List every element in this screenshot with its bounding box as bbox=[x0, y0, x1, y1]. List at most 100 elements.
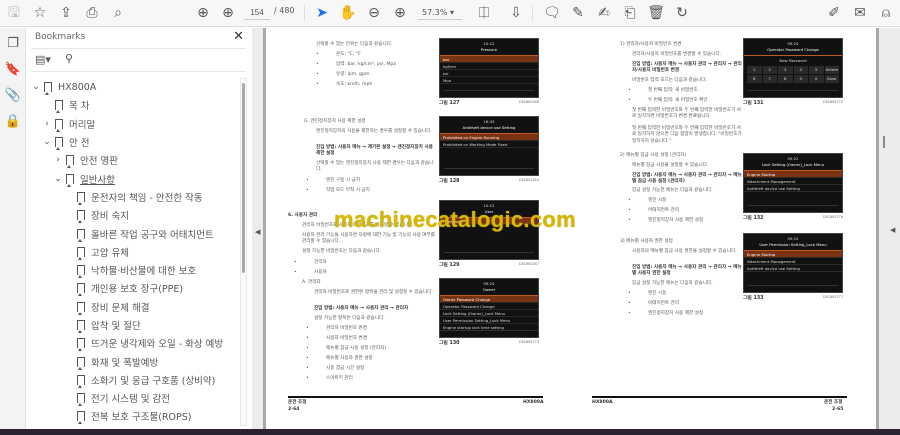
edit-sign-icon[interactable]: ✐ bbox=[824, 4, 844, 22]
highlight-icon[interactable]: ✎ bbox=[568, 4, 588, 22]
chevron-icon[interactable]: › bbox=[53, 155, 63, 165]
zoom-select[interactable]: 57.3% ▾ bbox=[418, 5, 462, 20]
prev-page-icon[interactable]: ⊕ bbox=[193, 4, 213, 22]
comment-icon[interactable]: 🗨 bbox=[542, 4, 562, 22]
security-icon[interactable]: 🔒 bbox=[4, 114, 22, 132]
star-icon[interactable]: ☆ bbox=[30, 4, 50, 22]
bookmark-item[interactable]: 개인용 보호 장구(PPE) bbox=[31, 279, 241, 297]
stamp-icon[interactable]: ⎗ bbox=[620, 4, 640, 22]
chevron-icon[interactable]: ⌄ bbox=[31, 82, 41, 92]
text: 메뉴별 잠금 사용을 설정할 수 있습니다. bbox=[632, 163, 709, 168]
mail-icon[interactable]: ✉ bbox=[850, 4, 870, 22]
bookmark-item[interactable]: 낙하물·비산물에 대한 보호 bbox=[31, 261, 241, 279]
chevron-icon[interactable]: ⌄ bbox=[53, 174, 63, 184]
left-rail: ❐ 🔖 📎 🔒 bbox=[0, 28, 26, 429]
bookmark-label: 장비 문제 해결 bbox=[91, 302, 150, 314]
account-icon[interactable]: ⍝ bbox=[876, 4, 896, 22]
select-cursor-icon[interactable]: ➤ bbox=[312, 4, 332, 22]
chevron-icon[interactable]: › bbox=[42, 119, 52, 129]
chevron-icon[interactable]: ⌄ bbox=[42, 137, 52, 147]
keypad-key: 6 bbox=[747, 74, 762, 83]
figure-caption: 그림 131 bbox=[743, 101, 764, 106]
collapse-arrow-icon[interactable]: ◀ bbox=[255, 228, 260, 236]
bookmark-item[interactable]: › 머리말 bbox=[31, 115, 241, 133]
bookmark-item[interactable]: › 안전 명판 bbox=[31, 151, 241, 169]
bookmark-item[interactable]: 장비 숙지 bbox=[31, 206, 241, 224]
keypad-key: 5 bbox=[809, 65, 824, 74]
screen-row: Prohibited on Working Mode Fixed bbox=[440, 141, 538, 148]
rotate-icon[interactable]: ↻ bbox=[672, 4, 692, 22]
expand-arrow-icon[interactable]: ◀ bbox=[890, 226, 895, 234]
close-icon[interactable]: ✕ bbox=[233, 29, 244, 44]
display-screenshot: 09:24 Owner Owner Password Change Operator… bbox=[439, 278, 539, 338]
save-icon[interactable]: 🖫 bbox=[4, 4, 24, 22]
bookmark-item[interactable]: ⌄ 일반사항 bbox=[31, 169, 241, 187]
bookmark-item[interactable]: 전기 시스템 및 감전 bbox=[31, 389, 241, 407]
page-number-input[interactable] bbox=[244, 5, 270, 20]
heading: 3) 메뉴별 사용자 권한 설정 bbox=[620, 239, 673, 244]
text: 설정 가능한 항목은 다음과 같습니다. bbox=[314, 316, 385, 321]
bookmark-panel-icon[interactable]: 🔖 bbox=[4, 62, 22, 80]
footer-section: 운전 조정 bbox=[288, 400, 307, 405]
figure-code: DS1600775 bbox=[823, 100, 843, 104]
pages-icon[interactable]: ❐ bbox=[4, 36, 22, 54]
keypad-key: 0 bbox=[809, 74, 824, 83]
figure-code: DS1600777 bbox=[823, 295, 843, 299]
upload-icon[interactable]: ⇪ bbox=[56, 4, 76, 22]
heading: 6. 사용자 관리 bbox=[288, 213, 318, 218]
screen-title: Pressure bbox=[440, 47, 538, 56]
text: 사용자의 메뉴별 잠금 사용 권한을 설정할 수 있습니다. bbox=[632, 249, 737, 254]
bookmark-label: 개인용 보호 장구(PPE) bbox=[91, 284, 184, 296]
bookmark-item[interactable]: ⌄ HX800A bbox=[31, 78, 241, 96]
screen-row: Engine Startup bbox=[744, 170, 842, 178]
bookmark-icon bbox=[77, 411, 85, 425]
hand-icon[interactable]: ✋ bbox=[338, 4, 358, 22]
zoom-in-icon[interactable]: ⊕ bbox=[390, 4, 410, 22]
display-screenshot: 10:12 Pressure bar kgf/cm psi Mpa bbox=[439, 38, 539, 98]
fit-page-icon[interactable]: ⎅ bbox=[474, 4, 494, 22]
bookmark-item[interactable]: 뜨거운 냉각제와 오일 - 화상 예방 bbox=[31, 334, 241, 352]
bookmark-label: 운전자의 책임 - 안전한 작동 bbox=[91, 192, 203, 204]
panel-title: Bookmarks bbox=[35, 32, 86, 42]
screen-row: User Permission Setting_Lock Menu bbox=[440, 317, 538, 324]
page-total: / 480 bbox=[274, 6, 295, 15]
screen-row: Operator Password Change bbox=[440, 303, 538, 310]
bookmark-label: 안 전 bbox=[69, 138, 90, 150]
keypad-key: Delete bbox=[824, 65, 839, 74]
bookmark-item[interactable]: 장비 문제 해결 bbox=[31, 298, 241, 316]
print-icon[interactable]: ⎙ bbox=[82, 4, 102, 22]
scrollbar-thumb[interactable] bbox=[242, 83, 245, 273]
list-item: 작업 모드 부착 시 금지 bbox=[306, 188, 370, 195]
sign-icon[interactable]: ✍ bbox=[594, 4, 614, 22]
find-bookmark-icon[interactable]: ⚲ bbox=[65, 52, 73, 65]
bookmark-item[interactable]: ⌄ 안 전 bbox=[31, 133, 241, 151]
scroll-mode-icon[interactable]: ⇩ bbox=[506, 4, 526, 22]
screen-row: Antitheft device use Setting bbox=[744, 185, 842, 192]
screen-row: Prohibited on Engine Running bbox=[440, 133, 538, 141]
figure-code: DS1600774 bbox=[519, 340, 539, 344]
bookmark-label: 소화기 및 응급 구호품 (상비약) bbox=[91, 375, 216, 387]
scrollbar-thumb[interactable] bbox=[883, 136, 885, 148]
attachment-icon[interactable]: 📎 bbox=[4, 88, 22, 106]
next-page-icon[interactable]: ⊕ bbox=[218, 4, 238, 22]
bookmark-item[interactable]: 고압 유체 bbox=[31, 243, 241, 261]
delete-icon[interactable]: 🗑 bbox=[646, 4, 666, 22]
figure-code: DS1600267 bbox=[519, 262, 539, 266]
bookmark-icon bbox=[77, 210, 85, 224]
bookmark-item[interactable]: 운전자의 책임 - 안전한 작동 bbox=[31, 188, 241, 206]
footer-rule bbox=[592, 396, 847, 398]
keypad-key: 7 bbox=[762, 74, 777, 83]
figure-caption: 그림 127 bbox=[439, 101, 460, 106]
bookmark-item[interactable]: 화재 및 폭발예방 bbox=[31, 352, 241, 370]
zoom-out-icon[interactable]: ⊖ bbox=[364, 4, 384, 22]
bookmark-item[interactable]: 전복 보호 구조물(ROPS) bbox=[31, 407, 241, 425]
bookmark-item[interactable]: 소화기 및 응급 구호품 (상비약) bbox=[31, 371, 241, 389]
bookmark-label: 일반사항 bbox=[80, 174, 115, 186]
bookmark-item[interactable]: 압착 및 절단 bbox=[31, 316, 241, 334]
find-icon[interactable]: ⌕ bbox=[108, 4, 128, 22]
bookmark-item[interactable]: 목 차 bbox=[31, 96, 241, 114]
bookmark-item[interactable]: 올바른 작업 공구와 어태치먼트 bbox=[31, 224, 241, 242]
path: 진입 방법: 사용자 메뉴 → 계기판 설정 → 엔진정지장치 사용 제한 설정 bbox=[316, 145, 433, 157]
options-menu-icon[interactable]: ▤▾ bbox=[35, 53, 51, 66]
screen-title: User Permission Setting_Lock Menu bbox=[744, 242, 842, 251]
